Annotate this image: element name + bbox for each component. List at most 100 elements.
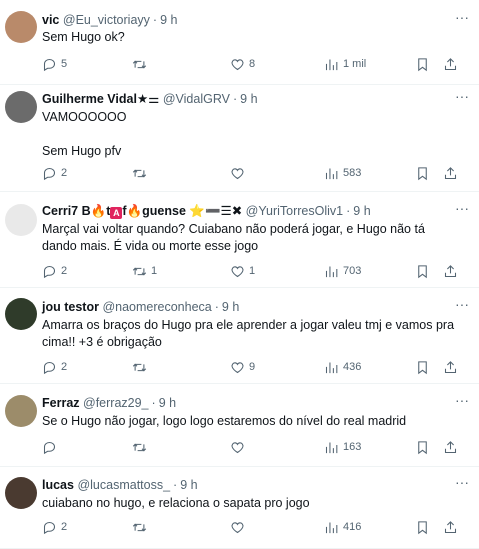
tweet-card[interactable]: Guilherme Vidal★⚌ @VidalGRV · 9 h ··· VAMOOO… [0,85,479,192]
retweet-button[interactable] [132,358,151,376]
reply-button[interactable]: 2 [42,358,67,376]
more-icon[interactable]: ··· [453,201,471,219]
views-button[interactable]: 583 [324,164,361,182]
like-button[interactable]: 8 [230,55,255,73]
retweet-icon [132,360,147,375]
avatar[interactable] [5,91,37,123]
timestamp[interactable]: 9 h [240,92,257,106]
heart-icon [230,520,245,535]
retweet-button[interactable] [132,518,151,536]
bookmark-button[interactable] [415,164,430,182]
bookmark-icon [415,57,430,72]
bookmark-button[interactable] [415,358,430,376]
views-button[interactable]: 1 mil [324,55,366,73]
author-name-part: guense ⭐➖☰✖ [142,204,243,218]
reply-icon [42,57,57,72]
separator-dot: · [214,300,219,314]
author-name-part: 🔥 [126,204,143,218]
timestamp[interactable]: 9 h [160,13,177,27]
views-button[interactable]: 436 [324,358,361,376]
avatar[interactable] [5,298,37,330]
retweet-icon [132,166,147,181]
retweet-button[interactable] [132,55,151,73]
reply-button[interactable] [42,438,61,456]
timestamp[interactable]: 9 h [159,396,176,410]
replies-count: 2 [61,361,68,373]
heart-icon [230,166,245,181]
retweet-button[interactable] [132,438,151,456]
author-name[interactable]: Guilherme Vidal★⚌ [42,92,159,106]
avatar[interactable] [5,204,37,236]
tweet-card[interactable]: vic @Eu_victoriayy · 9 h ··· Sem Hugo ok? 5 8 1… [0,0,479,85]
share-button[interactable] [443,55,458,73]
like-button[interactable]: 1 [230,262,255,280]
author-handle[interactable]: @VidalGRV [163,92,230,106]
tweet-text: Amarra os braços do Hugo pra ele aprende… [42,318,458,349]
like-button[interactable]: 9 [230,358,255,376]
author-name[interactable]: lucas [42,478,74,492]
more-icon[interactable]: ··· [453,297,471,315]
tweet-header: jou testor @naomereconheca · 9 h [42,299,239,315]
bookmark-button[interactable] [415,55,430,73]
views-button[interactable]: 416 [324,518,361,536]
author-handle[interactable]: @lucasmattoss_ [77,478,170,492]
reply-button[interactable]: 2 [42,262,67,280]
reply-button[interactable]: 2 [42,164,67,182]
views-count: 436 [343,361,362,373]
like-button[interactable] [230,164,249,182]
author-handle[interactable]: @ferraz29_ [83,396,149,410]
replies-count: 5 [61,58,68,70]
like-button[interactable] [230,518,249,536]
share-button[interactable] [443,438,458,456]
replies-count: 2 [61,521,68,533]
avatar[interactable] [5,11,37,43]
share-button[interactable] [443,358,458,376]
tweet-actions: 5 8 1 mil [42,55,460,73]
timestamp[interactable]: 9 h [180,478,197,492]
tweet-card[interactable]: lucas @lucasmattoss_ · 9 h ··· cuiabano no h… [0,467,479,549]
more-icon[interactable]: ··· [453,89,471,107]
tweet-card[interactable]: Cerri7 B🔥t Af🔥guense ⭐➖☰✖ @YuriTorresOliv… [0,192,479,288]
heart-icon [230,440,245,455]
author-handle[interactable]: @Eu_victoriayy [63,13,150,27]
avatar[interactable] [5,395,37,427]
timestamp[interactable]: 9 h [222,300,239,314]
retweet-button[interactable] [132,164,151,182]
reply-icon [42,166,57,181]
views-count: 416 [343,521,362,533]
separator-dot: · [151,396,156,410]
views-count: 703 [343,265,362,277]
retweet-button[interactable]: 1 [132,262,157,280]
more-icon[interactable]: ··· [453,393,471,411]
author-name[interactable]: vic [42,13,59,27]
share-button[interactable] [443,164,458,182]
author-handle[interactable]: @naomereconheca [102,300,211,314]
author-name[interactable]: Cerri7 B🔥t Af🔥guense ⭐➖☰✖ [42,204,243,219]
share-icon [443,360,458,375]
share-button[interactable] [443,262,458,280]
bookmark-button[interactable] [415,518,430,536]
more-icon[interactable]: ··· [453,475,471,493]
author-handle[interactable]: @YuriTorresOliv1 [246,204,343,218]
author-name[interactable]: Ferraz [42,396,80,410]
timestamp[interactable]: 9 h [353,204,370,218]
reply-button[interactable]: 2 [42,518,67,536]
avatar[interactable] [5,477,37,509]
tweet-text: VAMOOOOOO Sem Hugo pfv [42,110,127,158]
bookmark-button[interactable] [415,438,430,456]
author-name[interactable]: jou testor [42,300,99,314]
bookmark-button[interactable] [415,262,430,280]
tweet-card[interactable]: Ferraz @ferraz29_ · 9 h ··· Se o Hugo não jo… [0,384,479,467]
share-button[interactable] [443,518,458,536]
views-icon [324,166,339,181]
bookmark-icon [415,440,430,455]
tweet-card[interactable]: jou testor @naomereconheca · 9 h ··· Amarra … [0,288,479,384]
reply-button[interactable]: 5 [42,55,67,73]
views-button[interactable]: 703 [324,262,361,280]
views-icon [324,264,339,279]
more-icon[interactable]: ··· [453,10,471,28]
retweet-icon [132,264,147,279]
tweet-header: lucas @lucasmattoss_ · 9 h [42,477,198,493]
like-button[interactable] [230,438,249,456]
views-button[interactable]: 163 [324,438,361,456]
